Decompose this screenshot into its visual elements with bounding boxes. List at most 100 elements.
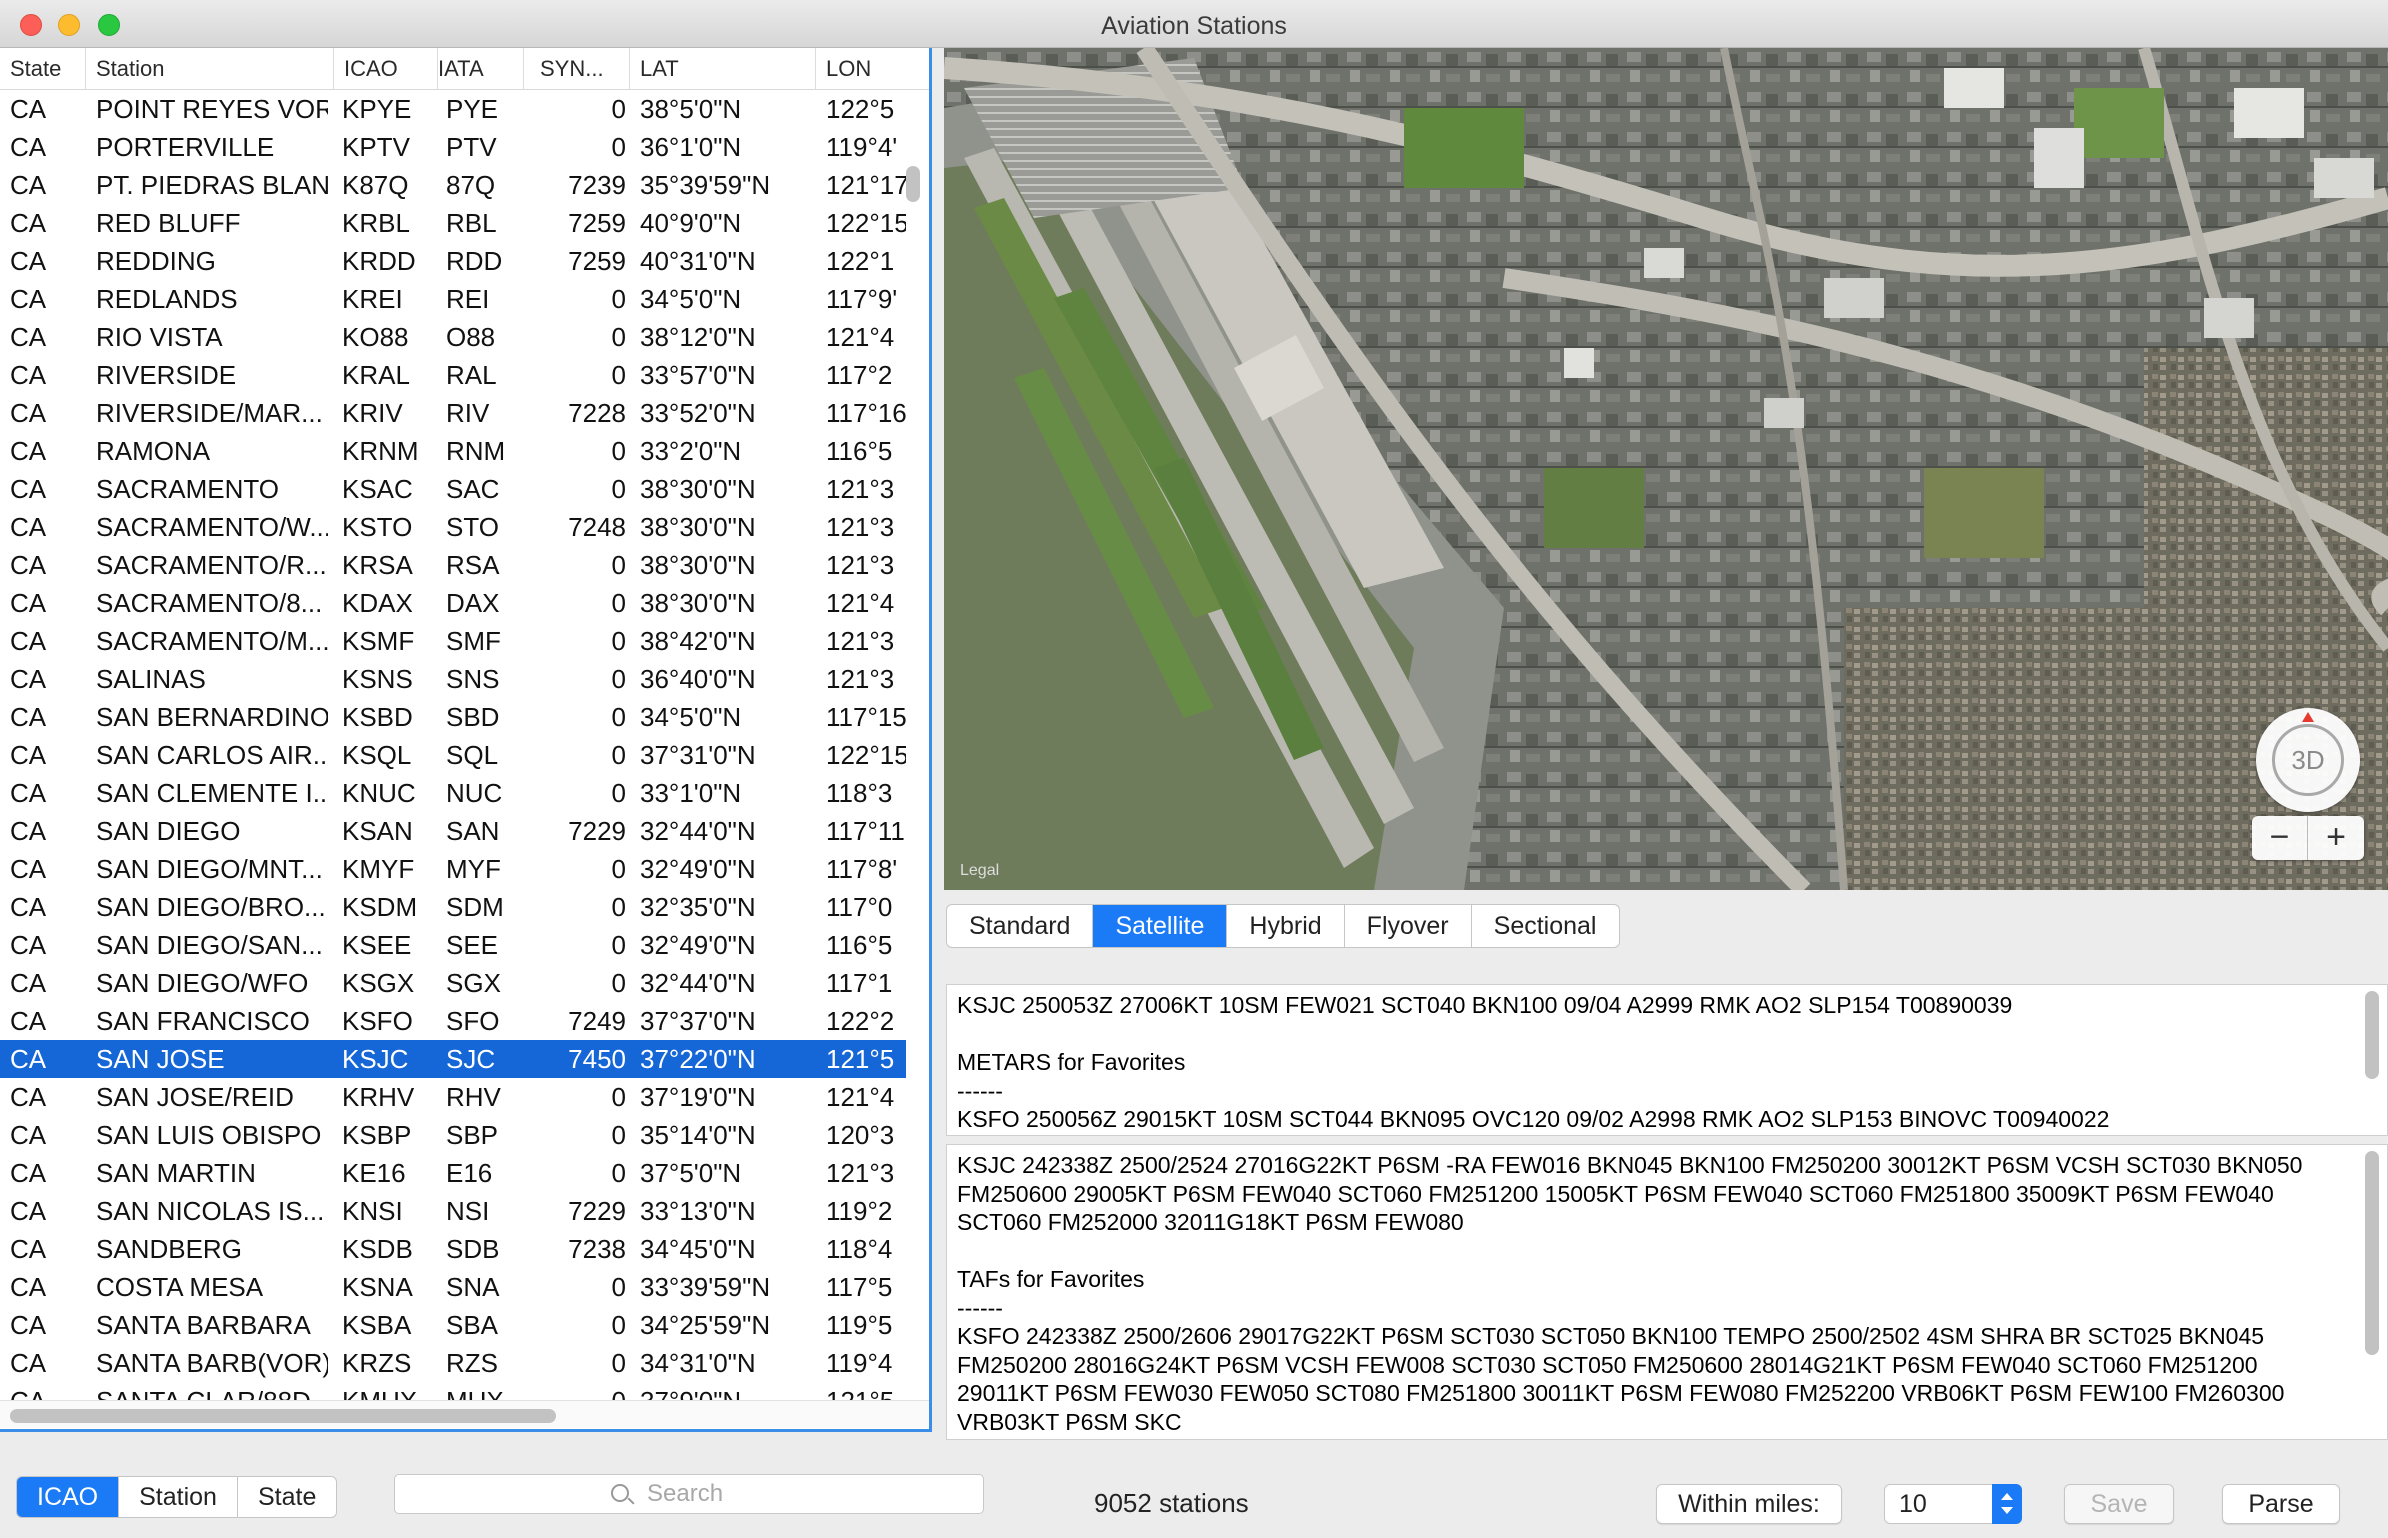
- cell-icao: KSBP: [342, 1120, 412, 1150]
- cell-station: SAN CARLOS AIR...: [96, 740, 328, 770]
- legal-link[interactable]: Legal: [960, 862, 999, 880]
- cell-lon: 122°5: [826, 94, 895, 124]
- table-row[interactable]: CA SAN CLEMENTE I... KNUC NUC 0 33°1'0"N 118°3: [0, 774, 906, 812]
- cell-state: CA: [10, 550, 47, 580]
- map-type-flyover[interactable]: Flyover: [1345, 905, 1472, 947]
- cell-station: RIVERSIDE/MAR...: [96, 398, 323, 428]
- table-row[interactable]: CA SAN DIEGO/WFO KSGX SGX 0 32°44'0"N 117°1: [0, 964, 906, 1002]
- table-row[interactable]: CA SAN JOSE/REID KRHV RHV 0 37°19'0"N 121°4: [0, 1078, 906, 1116]
- save-button[interactable]: Save: [2064, 1484, 2174, 1524]
- table-row[interactable]: CA RED BLUFF KRBL RBL 7259 40°9'0"N 122°15: [0, 204, 906, 242]
- cell-synop: 0: [611, 1082, 626, 1112]
- table-row[interactable]: CA SAN NICOLAS IS... KNSI NSI 7229 33°13'0"N 1…: [0, 1192, 906, 1230]
- column-header-iata[interactable]: IATA: [428, 48, 524, 90]
- table-vertical-scrollbar[interactable]: [906, 166, 920, 202]
- table-row[interactable]: CA SAN DIEGO KSAN SAN 7229 32°44'0"N 117°11: [0, 812, 906, 850]
- zoom-in-button[interactable]: +: [2308, 816, 2364, 860]
- satellite-map[interactable]: 3D − + Legal: [944, 48, 2388, 890]
- table-row[interactable]: CA SAN DIEGO/BRO... KSDM SDM 0 32°35'0"N 117°0: [0, 888, 906, 926]
- table-row[interactable]: CA SAN DIEGO/SAN... KSEE SEE 0 32°49'0"N 116°5: [0, 926, 906, 964]
- cell-state: CA: [10, 322, 47, 352]
- column-header-state[interactable]: State: [0, 48, 86, 90]
- cell-icao: KPYE: [342, 94, 412, 124]
- table-row[interactable]: CA PT. PIEDRAS BLAN K87Q 87Q 7239 35°39'59"N 1…: [0, 166, 906, 204]
- cell-iata: RDD: [446, 246, 503, 276]
- column-header-synop[interactable]: SYN...: [530, 48, 630, 90]
- table-row[interactable]: CA SANTA BARB(VOR) KRZS RZS 0 34°31'0"N 119°4: [0, 1344, 906, 1382]
- cell-lon: 122°1: [826, 246, 895, 276]
- table-row[interactable]: CA RIO VISTA KO88 O88 0 38°12'0"N 121°4: [0, 318, 906, 356]
- cell-state: CA: [10, 132, 47, 162]
- tafs-scrollbar[interactable]: [2365, 1151, 2379, 1355]
- table-body: CA POINT REYES VOR KPYE PYE 0 38°5'0"N 122°5 CA…: [0, 90, 906, 1420]
- cell-synop: 0: [611, 322, 626, 352]
- table-row[interactable]: CA SACRAMENTO KSAC SAC 0 38°30'0"N 121°3: [0, 470, 906, 508]
- cell-icao: KSFO: [342, 1006, 413, 1036]
- tafs-text-view[interactable]: KSJC 242338Z 2500/2524 27016G22KT P6SM -…: [946, 1144, 2388, 1440]
- table-row[interactable]: CA REDLANDS KREI REI 0 34°5'0"N 117°9': [0, 280, 906, 318]
- stations-table[interactable]: State Station ICAO IATA SYN... LAT LON C…: [0, 48, 932, 1432]
- table-row[interactable]: CA SAN JOSE KSJC SJC 7450 37°22'0"N 121°5: [0, 1040, 906, 1078]
- search-field[interactable]: Search: [394, 1474, 984, 1514]
- table-row[interactable]: CA RIVERSIDE/MAR... KRIV RIV 7228 33°52'0"N 11…: [0, 394, 906, 432]
- table-row[interactable]: CA SAN FRANCISCO KSFO SFO 7249 37°37'0"N 122°2: [0, 1002, 906, 1040]
- cell-station: SAN DIEGO/BRO...: [96, 892, 326, 922]
- map-type-satellite[interactable]: Satellite: [1093, 905, 1228, 947]
- table-row[interactable]: CA SACRAMENTO/M... KSMF SMF 0 38°42'0"N 121°3: [0, 622, 906, 660]
- cell-state: CA: [10, 1196, 47, 1226]
- cell-lat: 38°12'0"N: [640, 322, 756, 352]
- metars-scrollbar[interactable]: [2365, 991, 2379, 1079]
- within-miles-select[interactable]: 10: [1884, 1484, 2022, 1524]
- cell-state: CA: [10, 284, 47, 314]
- cell-synop: 0: [611, 550, 626, 580]
- column-header-lat[interactable]: LAT: [630, 48, 816, 90]
- table-row[interactable]: CA REDDING KRDD RDD 7259 40°31'0"N 122°1: [0, 242, 906, 280]
- table-row[interactable]: CA PORTERVILLE KPTV PTV 0 36°1'0"N 119°4': [0, 128, 906, 166]
- cell-station: RIO VISTA: [96, 322, 223, 352]
- table-row[interactable]: CA SACRAMENTO/R... KRSA RSA 0 38°30'0"N 121°3: [0, 546, 906, 584]
- table-row[interactable]: CA SAN CARLOS AIR... KSQL SQL 0 37°31'0"N 122°…: [0, 736, 906, 774]
- cell-lon: 117°5: [826, 1272, 893, 1302]
- table-row[interactable]: CA SAN BERNARDINO KSBD SBD 0 34°5'0"N 117°15: [0, 698, 906, 736]
- cell-synop: 7228: [568, 398, 626, 428]
- table-row[interactable]: CA SAN LUIS OBISPO KSBP SBP 0 35°14'0"N 120°3: [0, 1116, 906, 1154]
- within-miles-button[interactable]: Within miles:: [1656, 1484, 1842, 1524]
- table-row[interactable]: CA SALINAS KSNS SNS 0 36°40'0"N 121°3: [0, 660, 906, 698]
- column-header-lon[interactable]: LON: [816, 48, 929, 90]
- column-header-station[interactable]: Station: [86, 48, 334, 90]
- table-row[interactable]: CA SACRAMENTO/W... KSTO STO 7248 38°30'0"N 121…: [0, 508, 906, 546]
- parse-button[interactable]: Parse: [2222, 1484, 2340, 1524]
- cell-iata: STO: [446, 512, 499, 542]
- table-row[interactable]: CA RIVERSIDE KRAL RAL 0 33°57'0"N 117°2: [0, 356, 906, 394]
- table-row[interactable]: CA SANTA BARBARA KSBA SBA 0 34°25'59"N 119°5: [0, 1306, 906, 1344]
- map-type-standard[interactable]: Standard: [947, 905, 1094, 947]
- table-row[interactable]: CA POINT REYES VOR KPYE PYE 0 38°5'0"N 122°5: [0, 90, 906, 128]
- cell-lon: 117°11: [826, 816, 905, 846]
- table-horizontal-scrollbar[interactable]: [10, 1409, 556, 1423]
- cell-lon: 121°3: [826, 512, 895, 542]
- table-row[interactable]: CA RAMONA KRNM RNM 0 33°2'0"N 116°5: [0, 432, 906, 470]
- compass-3d-button[interactable]: 3D: [2256, 708, 2360, 812]
- map-type-hybrid[interactable]: Hybrid: [1227, 905, 1345, 947]
- cell-synop: 0: [611, 132, 626, 162]
- sort-by-icao[interactable]: ICAO: [17, 1477, 120, 1517]
- table-row[interactable]: CA SACRAMENTO/8... KDAX DAX 0 38°30'0"N 121°4: [0, 584, 906, 622]
- table-row[interactable]: CA SANDBERG KSDB SDB 7238 34°45'0"N 118°4: [0, 1230, 906, 1268]
- cell-lat: 37°5'0"N: [640, 1158, 742, 1188]
- chevron-updown-icon[interactable]: [1992, 1484, 2022, 1524]
- cell-icao: KNSI: [342, 1196, 403, 1226]
- map-type-sectional[interactable]: Sectional: [1472, 905, 1619, 947]
- cell-synop: 7259: [568, 246, 626, 276]
- sort-by-state[interactable]: State: [238, 1477, 336, 1517]
- zoom-out-button[interactable]: −: [2252, 816, 2308, 860]
- metars-text: KSJC 250053Z 27006KT 10SM FEW021 SCT040 …: [957, 992, 2110, 1135]
- metars-text-view[interactable]: KSJC 250053Z 27006KT 10SM FEW021 SCT040 …: [946, 984, 2388, 1136]
- table-row[interactable]: CA SAN MARTIN KE16 E16 0 37°5'0"N 121°3: [0, 1154, 906, 1192]
- column-header-icao[interactable]: ICAO: [334, 48, 438, 90]
- cell-iata: RSA: [446, 550, 500, 580]
- sort-by-station[interactable]: Station: [119, 1477, 238, 1517]
- table-row[interactable]: CA COSTA MESA KSNA SNA 0 33°39'59"N 117°5: [0, 1268, 906, 1306]
- table-row[interactable]: CA SAN DIEGO/MNT... KMYF MYF 0 32°49'0"N 117°8…: [0, 850, 906, 888]
- cell-station: SANTA BARB(VOR): [96, 1348, 328, 1378]
- cell-iata: SDB: [446, 1234, 500, 1264]
